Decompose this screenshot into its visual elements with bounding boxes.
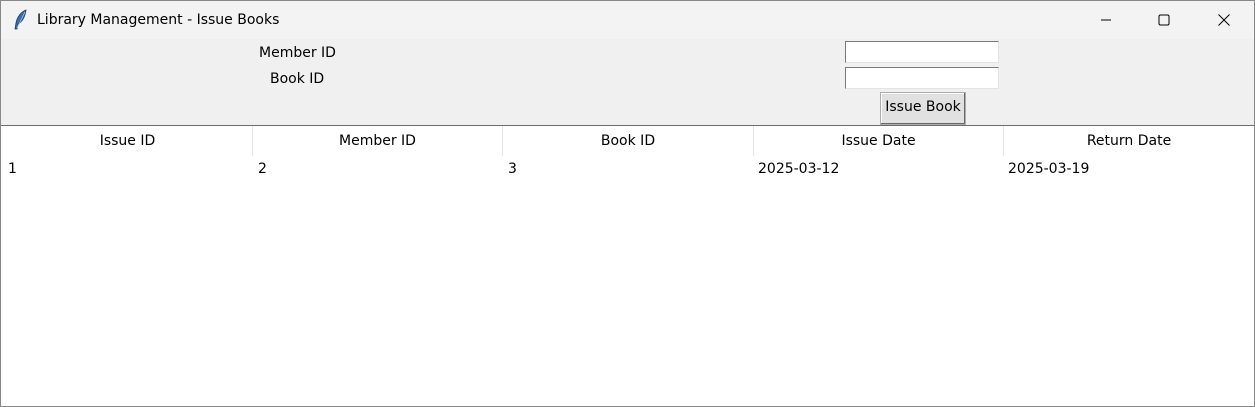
cell-issue-date: 2025-03-12: [758, 161, 840, 177]
window-title: Library Management - Issue Books: [37, 12, 280, 28]
table-row[interactable]: 1 2 3 2025-03-12 2025-03-19: [1, 156, 1254, 182]
member-id-input[interactable]: [845, 41, 999, 63]
column-header-member-id[interactable]: Member ID: [253, 126, 503, 156]
minimize-icon: [1101, 19, 1111, 21]
app-window: Library Management - Issue Books Member …: [0, 0, 1255, 407]
minimize-button[interactable]: [1077, 1, 1135, 39]
column-header-return-date[interactable]: Return Date: [1004, 126, 1254, 156]
issues-table[interactable]: Issue ID Member ID Book ID Issue Date Re…: [1, 125, 1254, 406]
issue-form: Member ID Book ID Issue Book: [1, 39, 1254, 125]
close-icon: [1218, 14, 1230, 26]
cell-return-date: 2025-03-19: [1008, 161, 1090, 177]
maximize-button[interactable]: [1135, 1, 1193, 39]
book-id-label: Book ID: [270, 71, 325, 87]
member-id-label: Member ID: [259, 45, 336, 61]
cell-issue-id: 1: [8, 161, 17, 177]
title-bar[interactable]: Library Management - Issue Books: [1, 1, 1254, 39]
book-id-input[interactable]: [845, 67, 999, 89]
close-button[interactable]: [1195, 1, 1253, 39]
table-header: Issue ID Member ID Book ID Issue Date Re…: [1, 126, 1254, 156]
column-header-issue-date[interactable]: Issue Date: [754, 126, 1004, 156]
column-header-book-id[interactable]: Book ID: [503, 126, 754, 156]
column-header-issue-id[interactable]: Issue ID: [3, 126, 253, 156]
issue-book-button[interactable]: Issue Book: [880, 92, 966, 125]
cell-book-id: 3: [508, 161, 517, 177]
cell-member-id: 2: [258, 161, 267, 177]
feather-icon: [13, 9, 29, 31]
maximize-icon: [1158, 14, 1170, 26]
